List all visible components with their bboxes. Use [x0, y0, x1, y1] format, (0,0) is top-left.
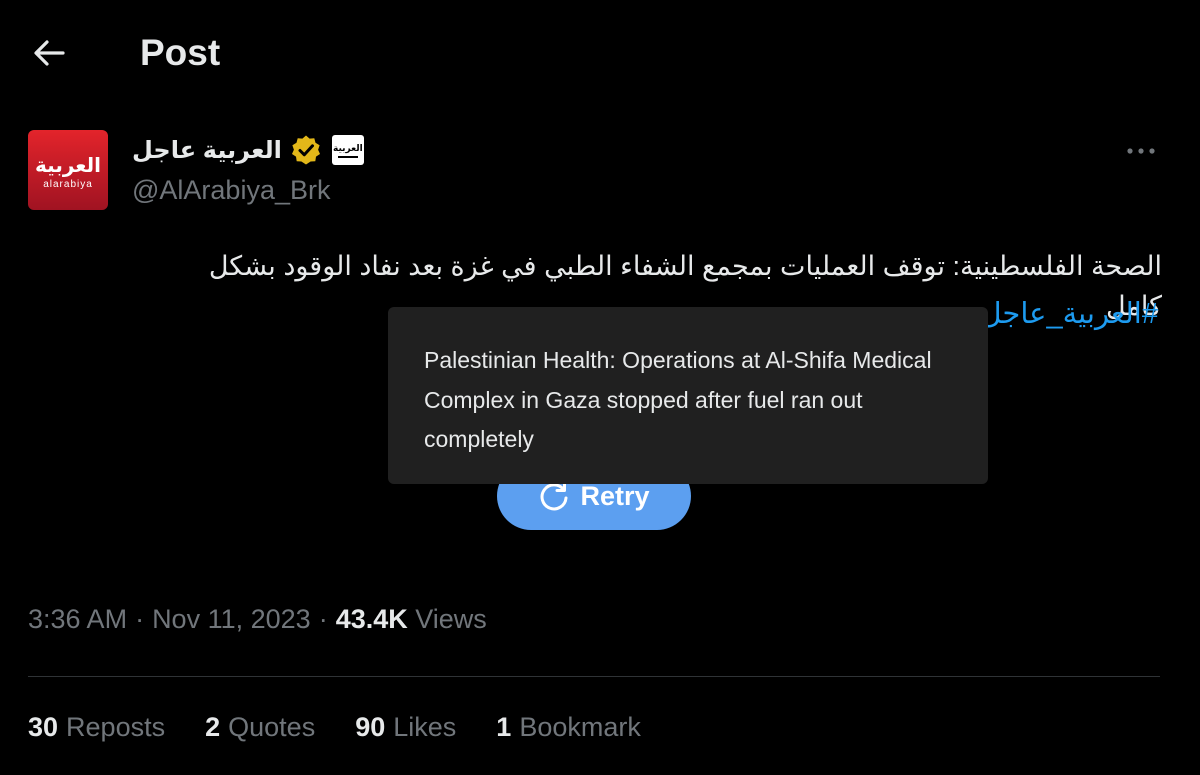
reposts-stat[interactable]: 30 Reposts	[28, 712, 165, 743]
page-title: Post	[140, 32, 221, 73]
likes-stat[interactable]: 90 Likes	[355, 712, 456, 743]
back-button[interactable]	[30, 34, 68, 72]
retry-label: Retry	[580, 480, 650, 511]
quotes-stat[interactable]: 2 Quotes	[205, 712, 315, 743]
views-count: 43.4K	[335, 604, 408, 634]
affiliate-badge-underline	[337, 155, 358, 158]
meta-separator: ·	[318, 604, 328, 634]
refresh-icon	[541, 481, 568, 511]
engagement-stats: 30 Reposts 2 Quotes 90 Likes 1 Bookmark	[28, 712, 641, 743]
quotes-label: Quotes	[228, 712, 316, 742]
meta-separator: ·	[135, 604, 145, 634]
bookmarks-count: 1	[496, 712, 512, 742]
divider	[28, 676, 1160, 677]
more-horizontal-icon	[1127, 148, 1155, 154]
post-meta: 3:36 AM · Nov 11, 2023 · 43.4K Views	[28, 604, 487, 635]
avatar[interactable]: العربية alarabiya	[28, 130, 108, 210]
bookmarks-label: Bookmark	[519, 712, 641, 742]
quotes-count: 2	[205, 712, 221, 742]
affiliate-badge-text: العربية	[333, 142, 363, 153]
more-options-button[interactable]	[1124, 136, 1158, 166]
reposts-label: Reposts	[66, 712, 166, 742]
arrow-left-icon	[34, 40, 65, 66]
likes-count: 90	[355, 712, 386, 742]
author-name-row: العربية عاجل العربية	[132, 132, 364, 168]
views-stat[interactable]: 43.4K Views	[336, 604, 487, 635]
avatar-logo-arabic: العربية	[35, 155, 101, 177]
hashtag-link[interactable]: #العربية_عاجل	[980, 296, 1158, 331]
bookmarks-stat[interactable]: 1 Bookmark	[496, 712, 641, 743]
post-date[interactable]: Nov 11, 2023	[152, 604, 311, 635]
views-label: Views	[415, 604, 487, 634]
verified-badge-icon[interactable]	[290, 133, 324, 167]
author-handle[interactable]: @AlArabiya_Brk	[132, 175, 330, 206]
reposts-count: 30	[28, 712, 59, 742]
translation-tooltip: Palestinian Health: Operations at Al-Shi…	[388, 307, 988, 484]
avatar-logo-english: alarabiya	[43, 179, 93, 190]
post-page: Post العربية alarabiya العربية عاجل العر…	[0, 0, 1200, 775]
affiliate-badge[interactable]: العربية	[331, 135, 364, 165]
author-display-name[interactable]: العربية عاجل	[132, 136, 282, 165]
post-time[interactable]: 3:36 AM	[28, 604, 127, 635]
likes-label: Likes	[393, 712, 457, 742]
